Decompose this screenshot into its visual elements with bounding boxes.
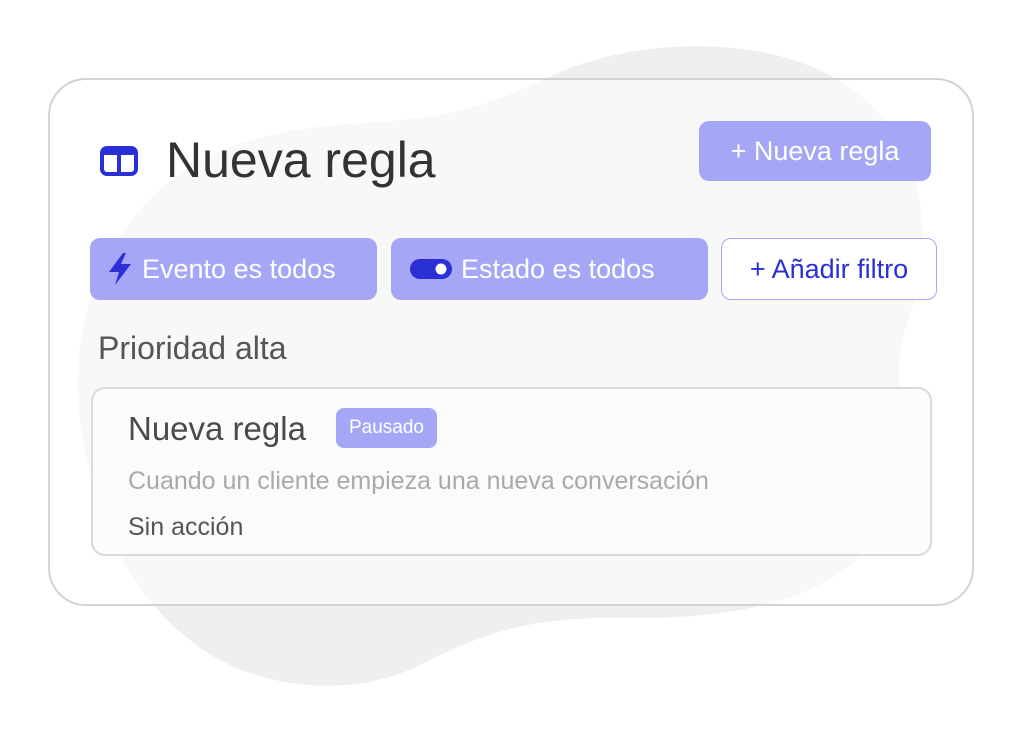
toggle-icon [410, 259, 452, 279]
rule-name: Nueva regla [128, 410, 306, 447]
filter-chip-event-label: Evento es todos [142, 253, 336, 284]
add-filter-label: + Añadir filtro [749, 253, 909, 284]
rule-action: Sin acción [128, 513, 244, 541]
rules-panel-stage: Nueva regla + Nueva regla Evento es todo… [0, 0, 1024, 734]
filter-chip-event[interactable]: Evento es todos [90, 238, 377, 300]
lightning-icon [109, 253, 131, 285]
page-title: Nueva regla [166, 132, 436, 188]
add-filter-button[interactable]: + Añadir filtro [721, 238, 937, 300]
new-rule-button[interactable]: + Nueva regla [699, 121, 931, 181]
filter-chip-state-label: Estado es todos [461, 253, 655, 284]
status-badge: Pausado [336, 408, 437, 448]
columns-icon [100, 146, 138, 176]
rule-description: Cuando un cliente empieza una nueva conv… [128, 467, 709, 495]
filter-chip-state[interactable]: Estado es todos [391, 238, 708, 300]
priority-section-label: Prioridad alta [98, 330, 287, 366]
